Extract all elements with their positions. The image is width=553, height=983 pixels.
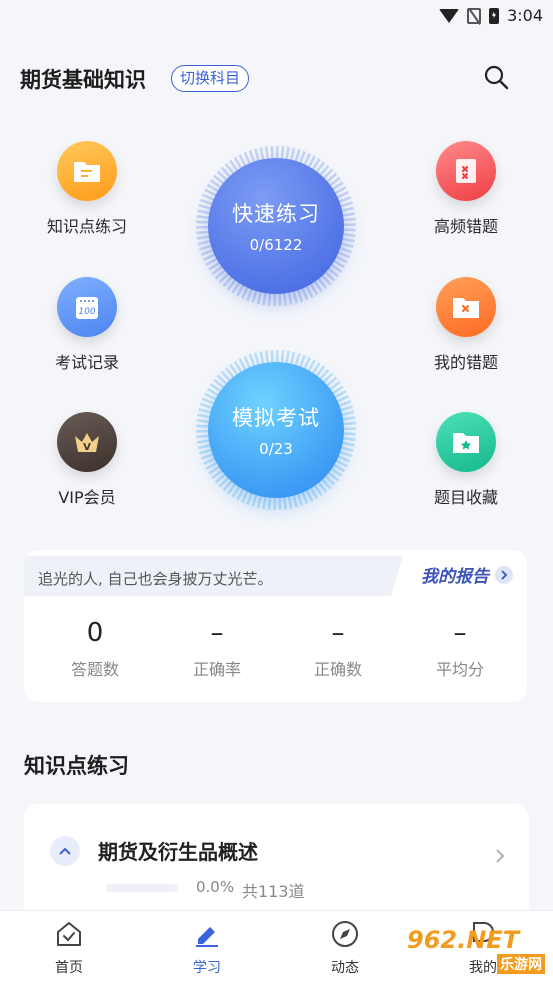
report-card: 追光的人, 自己也会身披万丈光芒。 我的报告 0 答题数 – 正确率 – 正确数… xyxy=(24,550,527,702)
chapter-progress-bar xyxy=(106,884,178,892)
report-tab[interactable]: 我的报告 xyxy=(391,550,527,596)
stat-correct: – 正确数 xyxy=(275,618,401,680)
page-title: 期货基础知识 xyxy=(20,68,146,92)
chapter-question-count: 共113道 xyxy=(242,882,305,901)
chapter-percent: 0.0% xyxy=(196,878,235,896)
stat-accuracy: – 正确率 xyxy=(154,618,280,680)
stat-label: 正确率 xyxy=(192,660,241,679)
section-title: 知识点练习 xyxy=(24,754,129,778)
stat-label: 正确数 xyxy=(313,660,362,679)
stat-answered: 0 答题数 xyxy=(32,618,158,680)
chevron-right-icon xyxy=(495,565,513,584)
knowledge-practice-item[interactable]: 知识点练习 xyxy=(27,141,147,237)
my-errors-item[interactable]: 我的错题 xyxy=(406,277,526,373)
svg-text:V: V xyxy=(83,442,91,453)
calendar-100-icon: 100 xyxy=(57,277,117,337)
mock-exam-progress: 0/23 xyxy=(259,440,293,458)
my-report-label: 我的报告 xyxy=(421,567,489,587)
crown-icon: V xyxy=(57,412,117,472)
frequent-errors-item[interactable]: 高频错题 xyxy=(406,141,526,237)
nav-study[interactable]: 学习 xyxy=(167,919,247,977)
mock-exam-title: 模拟考试 xyxy=(232,406,320,430)
favorites-item[interactable]: 题目收藏 xyxy=(406,412,526,508)
nav-home[interactable]: 首页 xyxy=(29,919,109,977)
stat-value: – xyxy=(453,618,467,648)
status-bar: 3:04 xyxy=(0,0,553,34)
error-doc-icon xyxy=(436,141,496,201)
stat-label: 平均分 xyxy=(435,660,484,679)
error-folder-icon xyxy=(436,277,496,337)
star-folder-icon xyxy=(436,412,496,472)
battery-charging-icon xyxy=(489,7,500,24)
chevron-up-icon[interactable] xyxy=(50,836,80,866)
quick-practice-core: 快速练习 0/6122 xyxy=(208,158,344,294)
no-sim-icon xyxy=(467,7,482,24)
chevron-right-icon xyxy=(496,849,505,863)
stat-value: – xyxy=(210,618,224,648)
exam-records-label: 考试记录 xyxy=(54,353,119,372)
knowledge-practice-label: 知识点练习 xyxy=(46,217,127,236)
frequent-errors-label: 高频错题 xyxy=(433,217,498,236)
status-time: 3:04 xyxy=(507,6,543,25)
nav-label: 学习 xyxy=(193,960,221,976)
chapter-card[interactable]: 期货及衍生品概述 0.0% 共113道 xyxy=(24,804,529,924)
exam-records-item[interactable]: 100 考试记录 xyxy=(27,277,147,373)
vip-item[interactable]: V VIP会员 xyxy=(27,412,147,508)
compass-icon xyxy=(332,921,358,947)
mock-exam-button[interactable]: 模拟考试 0/23 xyxy=(196,350,356,510)
motivational-quote: 追光的人, 自己也会身披万丈光芒。 xyxy=(38,570,273,588)
stat-label: 答题数 xyxy=(70,660,119,679)
watermark-text: 962.NET xyxy=(407,926,520,954)
folder-doc-icon xyxy=(57,141,117,201)
svg-text:100: 100 xyxy=(78,307,95,317)
search-icon[interactable] xyxy=(483,64,509,90)
nav-label: 动态 xyxy=(331,960,359,976)
nav-label: 首页 xyxy=(55,960,83,976)
wifi-icon xyxy=(439,8,460,23)
chapter-title: 期货及衍生品概述 xyxy=(98,840,258,864)
watermark-sub: 乐游网 xyxy=(497,954,545,974)
home-icon xyxy=(57,922,81,946)
nav-feed[interactable]: 动态 xyxy=(305,919,385,977)
mock-exam-core: 模拟考试 0/23 xyxy=(208,362,344,498)
my-errors-label: 我的错题 xyxy=(433,353,498,372)
watermark-logo: 962.NET 乐游网 xyxy=(407,926,547,976)
quick-practice-button[interactable]: 快速练习 0/6122 xyxy=(196,146,356,306)
switch-subject-button[interactable]: 切换科目 xyxy=(171,65,250,92)
stat-value: – xyxy=(331,618,345,648)
my-report-link[interactable]: 我的报告 xyxy=(421,562,513,587)
stat-average: – 平均分 xyxy=(397,618,523,680)
quick-practice-title: 快速练习 xyxy=(232,202,320,226)
stat-value: 0 xyxy=(86,618,104,648)
header: 期货基础知识 切换科目 xyxy=(0,56,553,100)
quick-practice-progress: 0/6122 xyxy=(249,236,303,254)
favorites-label: 题目收藏 xyxy=(433,488,498,507)
vip-label: VIP会员 xyxy=(58,488,116,507)
pen-icon xyxy=(196,927,218,947)
